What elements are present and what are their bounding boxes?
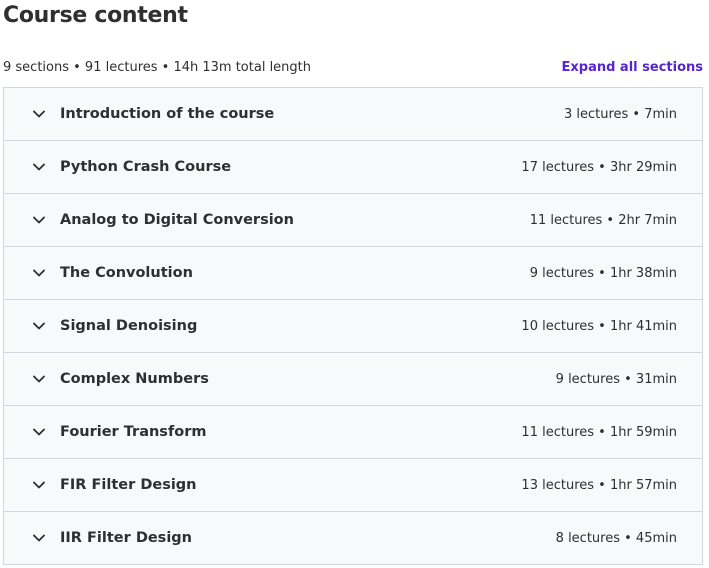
chevron-down-icon — [32, 478, 46, 492]
chevron-down-icon — [32, 531, 46, 545]
section-meta: 11 lectures • 1hr 59min — [521, 424, 677, 440]
section-header[interactable]: FIR Filter Design 13 lectures • 1hr 57mi… — [4, 459, 702, 512]
section-title: The Convolution — [60, 265, 193, 281]
section-header[interactable]: The Convolution 9 lectures • 1hr 38min — [4, 247, 702, 300]
section-header[interactable]: Complex Numbers 9 lectures • 31min — [4, 353, 702, 406]
section-header[interactable]: IIR Filter Design 8 lectures • 45min — [4, 512, 702, 564]
chevron-down-icon — [32, 372, 46, 386]
section-title: Python Crash Course — [60, 159, 232, 175]
course-summary: 9 sections • 91 lectures • 14h 13m total… — [3, 59, 312, 75]
section-title: Analog to Digital Conversion — [60, 212, 294, 228]
expand-all-sections-button[interactable]: Expand all sections — [562, 60, 704, 75]
chevron-down-icon — [32, 213, 46, 227]
chevron-down-icon — [32, 107, 46, 121]
chevron-down-icon — [32, 319, 46, 333]
section-meta: 10 lectures • 1hr 41min — [521, 318, 677, 334]
section-title: Complex Numbers — [60, 371, 209, 387]
section-header[interactable]: Signal Denoising 10 lectures • 1hr 41min — [4, 300, 702, 353]
section-title: Signal Denoising — [60, 318, 198, 334]
section-meta: 3 lectures • 7min — [563, 106, 677, 122]
section-meta: 17 lectures • 3hr 29min — [521, 159, 677, 175]
section-meta: 9 lectures • 31min — [555, 371, 677, 387]
section-meta: 11 lectures • 2hr 7min — [529, 212, 677, 228]
chevron-down-icon — [32, 425, 46, 439]
chevron-down-icon — [32, 266, 46, 280]
page-title: Course content — [3, 3, 188, 28]
course-summary-row: 9 sections • 91 lectures • 14h 13m total… — [3, 57, 703, 77]
section-header[interactable]: Introduction of the course 3 lectures • … — [4, 88, 702, 141]
section-meta: 13 lectures • 1hr 57min — [521, 477, 677, 493]
section-header[interactable]: Analog to Digital Conversion 11 lectures… — [4, 194, 702, 247]
section-header[interactable]: Python Crash Course 17 lectures • 3hr 29… — [4, 141, 702, 194]
section-meta: 8 lectures • 45min — [555, 530, 677, 546]
section-title: Fourier Transform — [60, 424, 207, 440]
chevron-down-icon — [32, 160, 46, 174]
section-header[interactable]: Fourier Transform 11 lectures • 1hr 59mi… — [4, 406, 702, 459]
course-sections-list: Introduction of the course 3 lectures • … — [3, 87, 703, 565]
section-meta: 9 lectures • 1hr 38min — [529, 265, 677, 281]
section-title: Introduction of the course — [60, 106, 275, 122]
section-title: IIR Filter Design — [60, 530, 192, 546]
section-title: FIR Filter Design — [60, 477, 197, 493]
